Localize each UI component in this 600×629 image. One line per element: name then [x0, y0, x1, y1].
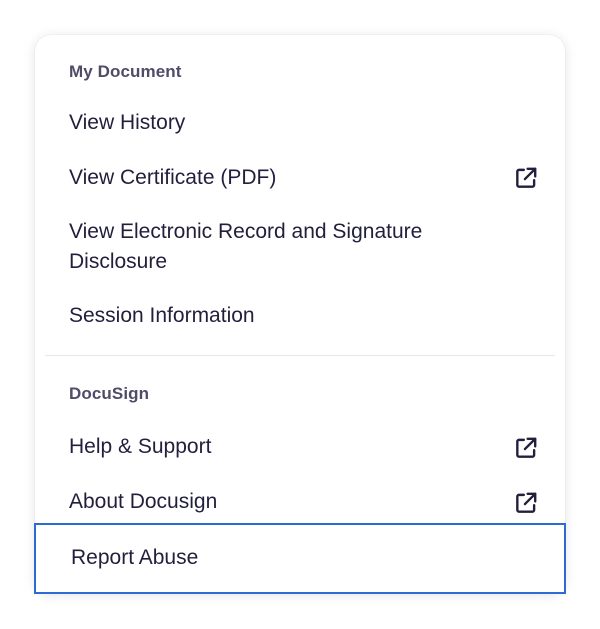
menu-item-view-history[interactable]: View History [35, 108, 565, 138]
external-link-icon [516, 167, 537, 188]
external-link-icon [516, 492, 537, 513]
document-menu: My Document View History View Certificat… [34, 35, 566, 594]
external-link-icon [516, 437, 537, 458]
menu-item-session-information[interactable]: Session Information [35, 301, 565, 331]
menu-item-view-certificate[interactable]: View Certificate (PDF) [35, 163, 565, 193]
menu-item-view-electronic-record-disclosure[interactable]: View Electronic Record and Signature Dis… [35, 217, 565, 277]
section-divider [45, 355, 555, 356]
menu-item-help-support[interactable]: Help & Support [35, 432, 565, 462]
menu-item-about-docusign[interactable]: About Docusign [35, 487, 565, 517]
menu-item-label: Help & Support [69, 435, 212, 458]
menu-item-report-abuse[interactable]: Report Abuse [34, 523, 566, 594]
section-header-docusign: DocuSign [69, 384, 150, 403]
menu-item-label: View Certificate (PDF) [69, 166, 277, 189]
menu-item-label: About Docusign [69, 490, 218, 513]
section-header-my-document: My Document [69, 62, 182, 81]
